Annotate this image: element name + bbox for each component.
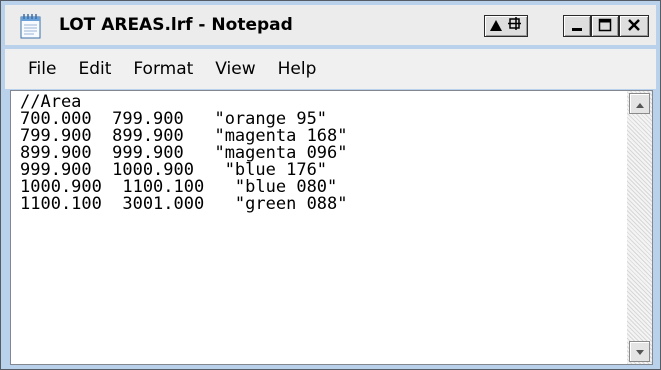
close-button[interactable] xyxy=(619,15,649,37)
menu-item-view[interactable]: View xyxy=(215,59,255,79)
restore-down-icon[interactable] xyxy=(489,17,503,36)
maximize-icon xyxy=(598,17,612,36)
menu-item-format[interactable]: Format xyxy=(133,59,193,79)
menu-bar: File Edit Format View Help xyxy=(5,49,656,89)
maximize-button[interactable] xyxy=(591,15,619,37)
menu-item-help[interactable]: Help xyxy=(278,59,317,79)
window-title: LOT AREAS.lrf - Notepad xyxy=(59,15,293,35)
scroll-down-button[interactable] xyxy=(629,341,650,362)
menu-item-file[interactable]: File xyxy=(28,59,56,79)
title-bar[interactable]: LOT AREAS.lrf - Notepad xyxy=(5,5,656,45)
editor-text: //Area 700.000 799.900 "orange 95" 799.9… xyxy=(20,92,348,214)
vertical-scrollbar[interactable] xyxy=(627,91,652,364)
notepad-icon[interactable] xyxy=(20,13,42,39)
menu-item-edit[interactable]: Edit xyxy=(78,59,111,79)
scroll-up-arrow-icon xyxy=(635,94,645,113)
scroll-down-arrow-icon xyxy=(635,342,645,361)
pin-icon[interactable] xyxy=(507,16,523,36)
restore-pin-button-group xyxy=(484,15,528,37)
minimize-button[interactable] xyxy=(563,15,591,37)
text-editor[interactable]: //Area 700.000 799.900 "orange 95" 799.9… xyxy=(11,91,627,364)
scroll-up-button[interactable] xyxy=(629,93,650,114)
editor-area: //Area 700.000 799.900 "orange 95" 799.9… xyxy=(10,90,653,365)
notepad-window: LOT AREAS.lrf - Notepad File Edit Format… xyxy=(0,0,661,370)
close-icon xyxy=(627,17,641,36)
minimize-icon xyxy=(570,17,584,36)
